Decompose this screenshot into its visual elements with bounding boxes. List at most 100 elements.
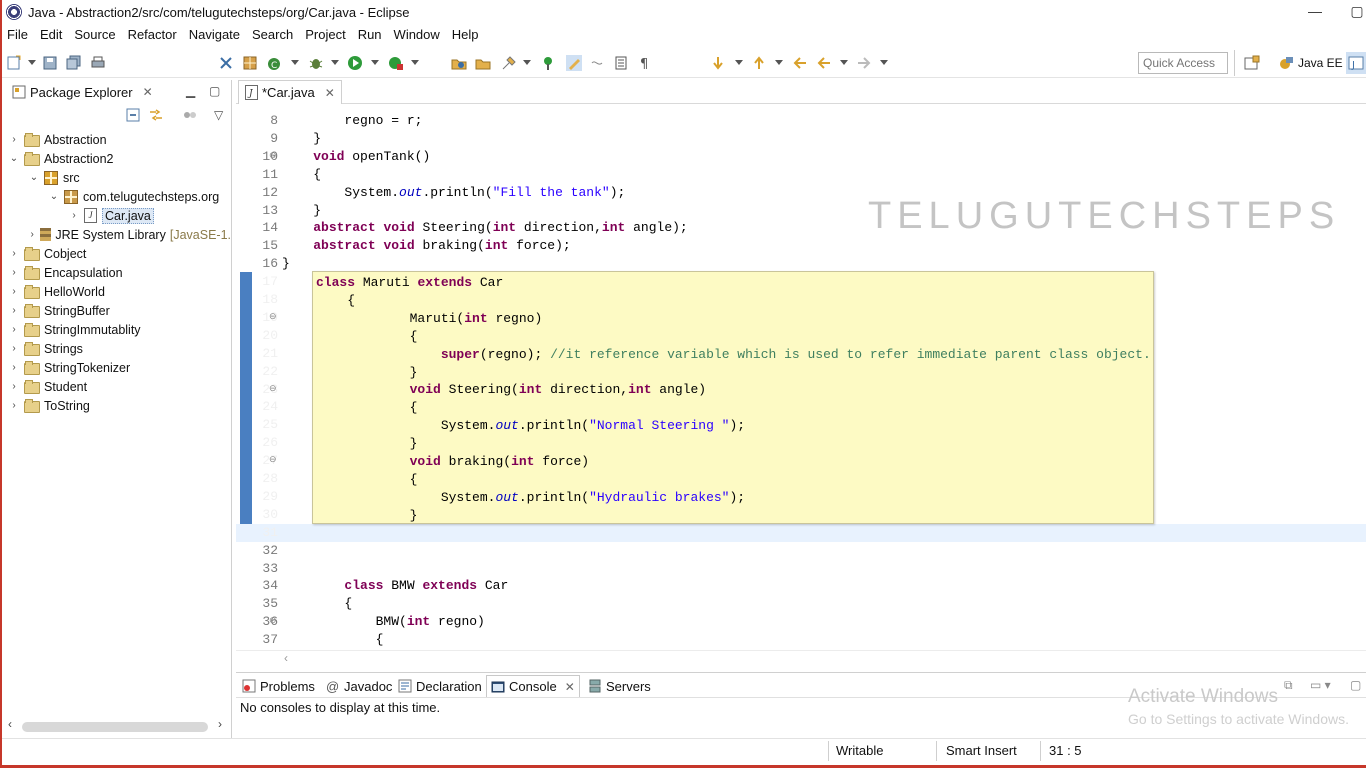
menu-project[interactable]: Project [299,24,351,46]
next-annotation-dropdown[interactable] [735,60,743,65]
code-line[interactable]: 37 { [236,631,1366,649]
menu-search[interactable]: Search [246,24,299,46]
open-task-icon[interactable] [475,55,491,71]
code-line[interactable]: 8 regno = r; [236,112,1366,130]
fold-toggle-icon[interactable]: ⊖ [269,151,277,161]
back-dropdown[interactable] [840,60,848,65]
run-icon[interactable] [347,55,363,71]
close-icon[interactable]: ✕ [565,680,575,694]
tree-item-encapsulation[interactable]: › Encapsulation [2,263,231,282]
expand-icon[interactable]: › [8,343,20,354]
tab-javadoc[interactable]: @ Javadoc [322,675,396,697]
scroll-left-icon[interactable]: ‹ [284,651,288,665]
code-line[interactable]: 15 abstract void braking(int force); [236,237,1366,255]
forward-icon[interactable] [856,55,872,71]
expand-icon[interactable]: › [8,400,20,411]
tree-item-car-java[interactable]: › J Car.java [2,206,231,225]
tab-declaration[interactable]: Declaration [394,675,486,697]
debug-dropdown[interactable] [331,60,339,65]
menu-run[interactable]: Run [352,24,388,46]
run-dropdown[interactable] [371,60,379,65]
search-dropdown[interactable] [523,60,531,65]
code-line[interactable]: 10 ⊖ void openTank() [236,148,1366,166]
expand-icon[interactable]: › [8,248,20,259]
expand-icon[interactable]: › [8,267,20,278]
tree-item-abstraction[interactable]: › Abstraction [2,130,231,149]
link-with-editor-icon[interactable] [148,108,164,122]
show-whitespace-icon[interactable]: ¶ [637,55,653,71]
java-ee-perspective-button[interactable]: Java EE [1278,52,1343,74]
scroll-left-icon[interactable]: ‹ [8,717,12,731]
tree-item-src[interactable]: ⌄ src [2,168,231,187]
expand-icon[interactable]: › [8,286,20,297]
tree-item-abstraction2[interactable]: ⌄ Abstraction2 [2,149,231,168]
expand-icon[interactable]: › [8,381,20,392]
expand-icon[interactable]: › [28,229,36,240]
tree-item-helloworld[interactable]: › HelloWorld [2,282,231,301]
collapse-icon[interactable]: ⌄ [28,172,40,183]
word-wrap-icon[interactable] [590,55,606,71]
expand-icon[interactable]: › [8,305,20,316]
toggle-annotation-icon[interactable] [540,55,556,71]
tree-item-stringbuffer[interactable]: › StringBuffer [2,301,231,320]
debug-icon[interactable] [308,55,324,71]
menu-window[interactable]: Window [388,24,446,46]
package-explorer-hscrollbar[interactable]: ‹ › [6,717,231,735]
expand-icon[interactable]: › [8,134,20,145]
open-console-icon[interactable]: ⧉ [1284,678,1293,693]
expand-icon[interactable]: › [68,210,80,221]
code-line[interactable]: 11 { [236,166,1366,184]
menu-file[interactable]: File [2,24,34,46]
scroll-right-icon[interactable]: › [218,717,222,731]
quick-access-input[interactable] [1138,52,1228,74]
new-dropdown[interactable] [28,60,36,65]
tree-item-jre-library[interactable]: › JRE System Library [JavaSE-1. [2,225,231,244]
editor-hscrollbar[interactable]: ‹ [236,650,1366,666]
tree-item-stringtokenizer[interactable]: › StringTokenizer [2,358,231,377]
code-line[interactable]: 31 [236,523,1366,542]
save-icon[interactable] [42,55,58,71]
external-tools-dropdown[interactable] [411,60,419,65]
block-selection-icon[interactable] [613,55,629,71]
collapse-icon[interactable]: ⌄ [48,191,60,202]
minimize-button[interactable]: — [1304,2,1326,22]
build-icon[interactable] [242,55,258,71]
code-line[interactable]: 36 ⊖ BMW(int regno) [236,613,1366,631]
prev-annotation-icon[interactable] [751,55,767,71]
forward-dropdown[interactable] [880,60,888,65]
code-line[interactable]: 9 } [236,130,1366,148]
menu-refactor[interactable]: Refactor [122,24,183,46]
tab-problems[interactable]: Problems [238,675,319,697]
external-tools-icon[interactable] [388,55,404,71]
scroll-thumb[interactable] [22,722,208,732]
tab-car-java[interactable]: J *Car.java ✕ [238,80,342,104]
code-line[interactable]: 33 [236,560,1366,578]
search-tool-icon[interactable] [501,55,517,71]
menu-help[interactable]: Help [446,24,485,46]
tree-item-stringimmutablity[interactable]: › StringImmutablity [2,320,231,339]
tree-item-strings[interactable]: › Strings [2,339,231,358]
close-icon[interactable]: ✕ [325,86,335,100]
tab-package-explorer[interactable]: Package Explorer ✕ [6,80,159,104]
minimize-view-icon[interactable]: ▁ [186,84,195,98]
new-class-dropdown[interactable] [291,60,299,65]
fold-toggle-icon[interactable]: ⊖ [269,456,277,465]
fold-toggle-icon[interactable]: ⊖ [269,384,277,394]
maximize-view-icon[interactable]: ▢ [1350,678,1361,692]
last-edit-location-icon[interactable] [792,55,808,71]
back-icon[interactable] [816,55,832,71]
print-icon[interactable] [90,55,106,71]
new-java-class-icon[interactable]: C [266,55,282,71]
menu-edit[interactable]: Edit [34,24,68,46]
prev-annotation-dropdown[interactable] [775,60,783,65]
code-line[interactable]: 35 { [236,595,1366,613]
tab-console[interactable]: Console ✕ [486,675,580,697]
open-type-icon[interactable] [451,55,467,71]
menu-navigate[interactable]: Navigate [183,24,246,46]
tree-item-cobject[interactable]: › Cobject [2,244,231,263]
expand-icon[interactable]: › [8,324,20,335]
close-icon[interactable]: ✕ [143,85,153,99]
tree-item-student[interactable]: › Student [2,377,231,396]
toggle-breakpoint-icon[interactable] [218,55,234,71]
maximize-button[interactable]: ▢ [1346,2,1366,22]
